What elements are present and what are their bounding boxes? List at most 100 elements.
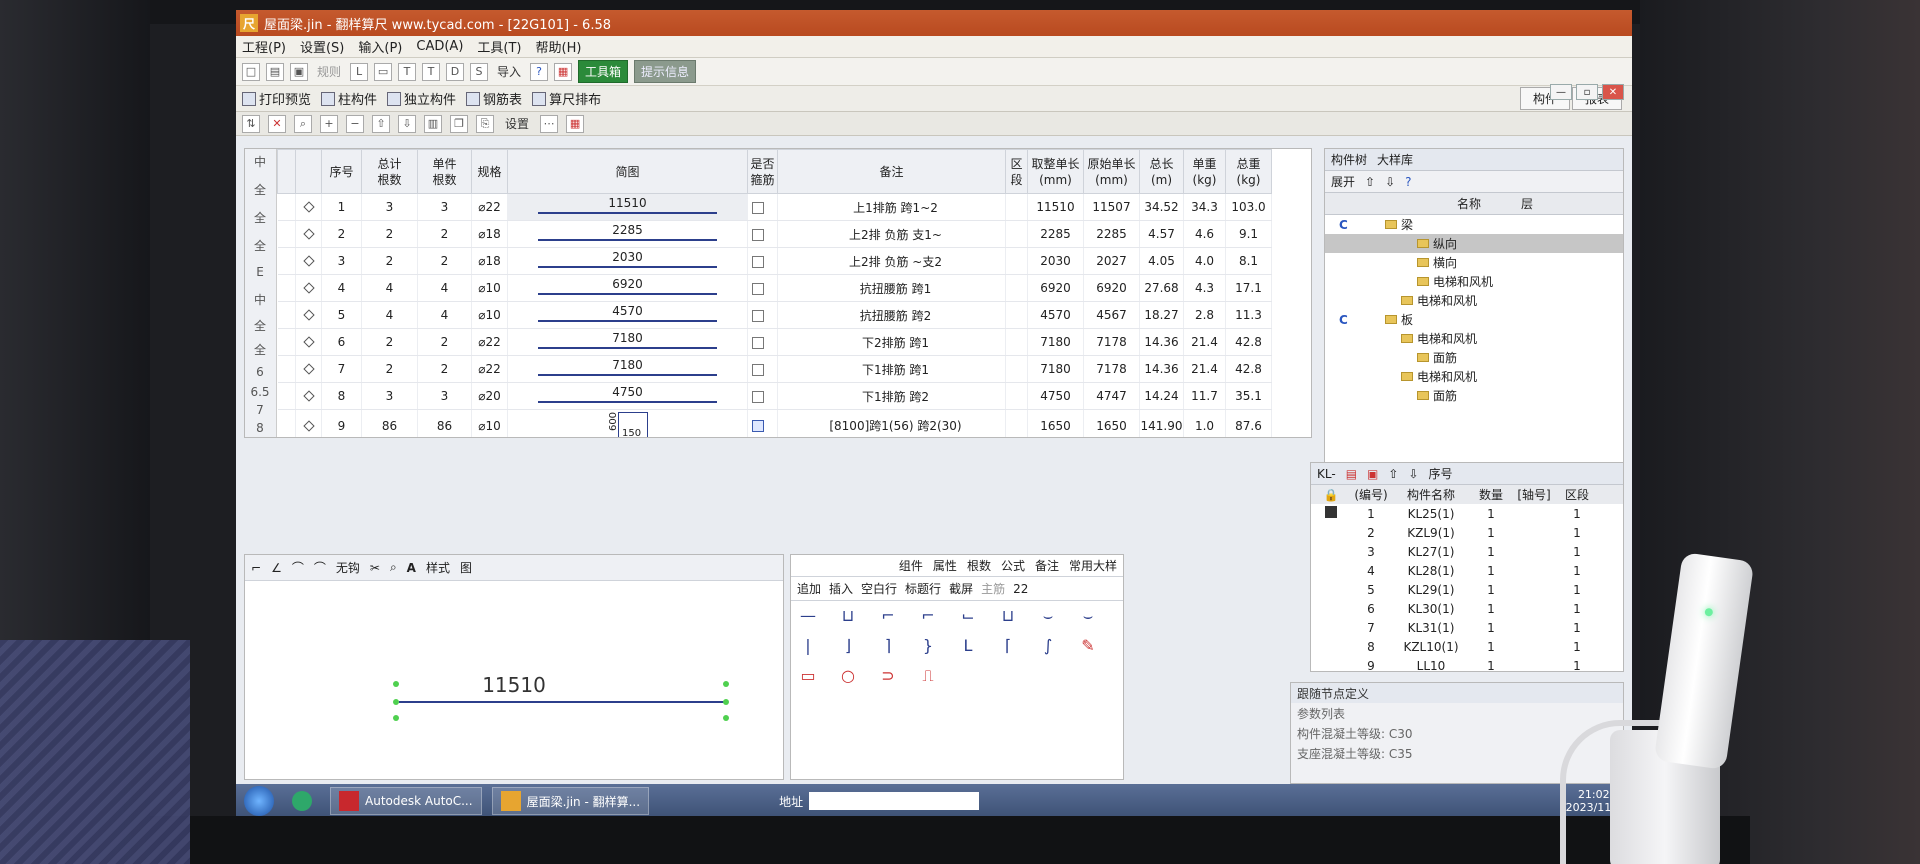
add-icon[interactable]: ▣ <box>1367 467 1378 481</box>
shape-s-icon[interactable]: S <box>470 62 489 81</box>
shape-hook-icon[interactable]: ⌐ <box>917 607 939 625</box>
shape-bend-icon[interactable]: ⌣ <box>1077 607 1099 625</box>
hook-tool-icon[interactable]: ⌐ <box>251 561 261 575</box>
import-button[interactable]: 导入 <box>494 63 524 80</box>
copy-icon[interactable]: ❐ <box>450 114 468 133</box>
table-row[interactable]: 1 3 3 ⌀22 11510 上1排筋 跨1~2 11510 11507 34.52 34.3 1… <box>277 193 1272 221</box>
grip-point[interactable] <box>393 715 399 721</box>
stirrup-checkbox[interactable] <box>751 255 764 268</box>
no-hook-button[interactable]: 无钩 <box>336 559 360 576</box>
shape-corner-icon[interactable]: ⌋ <box>837 637 859 655</box>
shape-bracket-icon[interactable]: } <box>917 637 939 655</box>
shape-straight-icon[interactable]: — <box>797 607 819 625</box>
tree-item[interactable]: 电梯和风机 <box>1325 367 1623 386</box>
append-button[interactable]: 追加 <box>797 580 821 597</box>
tab-member-tree[interactable]: 构件树 <box>1331 151 1367 168</box>
hint-button[interactable]: 提示信息 <box>634 60 697 83</box>
rebar-line[interactable] <box>399 701 725 703</box>
table-row[interactable]: 3 2 2 ⌀18 2030 上2排 负筋 ~支2 2030 2027 4.05 4.0 8.1 <box>277 247 1272 275</box>
help-icon[interactable]: ? <box>530 62 549 81</box>
shape-hook-icon[interactable]: ⊃ <box>877 667 899 685</box>
layout-button[interactable]: 算尺排布 <box>532 89 601 108</box>
shape-box-icon[interactable]: ▭ <box>374 62 393 81</box>
zoom-out-icon[interactable]: − <box>346 114 364 133</box>
tree-item[interactable]: 电梯和风机 <box>1325 291 1623 310</box>
bend-tool-icon[interactable]: ⌒ <box>314 559 326 576</box>
table-row[interactable]: 4 4 4 ⌀10 6920 抗扭腰筋 跨1 6920 6920 27.68 4.3 17.1 <box>277 274 1272 302</box>
help-circle-icon[interactable]: ? <box>1405 175 1411 189</box>
cell-shape[interactable]: 7180 <box>507 328 748 356</box>
blank-row-button[interactable]: 空白行 <box>861 580 897 597</box>
minimize-button[interactable]: — <box>1550 84 1572 100</box>
insert-button[interactable]: 插入 <box>829 580 853 597</box>
list-item[interactable]: 4 KL28(1) 1 1 <box>1311 561 1623 580</box>
shape-bend-icon[interactable]: ⌣ <box>1037 607 1059 625</box>
tree-item[interactable]: 纵向 <box>1325 234 1623 253</box>
menu-tools[interactable]: 工具(T) <box>477 37 521 56</box>
sort-icon[interactable]: ⇅ <box>242 114 260 133</box>
close-button[interactable]: ✕ <box>1602 84 1624 100</box>
more-icon[interactable]: ⋯ <box>540 114 559 133</box>
menu-settings[interactable]: 设置(S) <box>300 37 344 56</box>
grip-point[interactable] <box>723 681 729 687</box>
down-arrow-icon[interactable]: ⇩ <box>1385 175 1395 189</box>
menu-help[interactable]: 帮助(H) <box>536 37 582 56</box>
delete-icon[interactable]: ✕ <box>268 114 286 133</box>
list-item[interactable]: 6 KL30(1) 1 1 <box>1311 599 1623 618</box>
cell-shape[interactable]: 4570 <box>507 301 748 329</box>
print-preview-button[interactable]: 打印预览 <box>242 89 311 108</box>
tab-component[interactable]: 组件 <box>899 557 923 574</box>
stirrup-checkbox[interactable] <box>751 363 764 376</box>
zoom-in-icon[interactable]: + <box>320 114 338 133</box>
grid-icon[interactable]: ▦ <box>566 114 585 133</box>
up-arrow-icon[interactable]: ⇧ <box>1365 175 1375 189</box>
cell-shape[interactable]: 2030 <box>507 247 748 275</box>
rule-button[interactable]: 规则 <box>314 63 344 80</box>
shape-u-icon[interactable]: ⊔ <box>837 607 859 625</box>
tab-formula[interactable]: 公式 <box>1001 557 1025 574</box>
bend-tool-icon[interactable]: ⌒ <box>292 559 304 576</box>
column-member-button[interactable]: 柱构件 <box>321 89 377 108</box>
tree-item[interactable]: 电梯和风机 <box>1325 329 1623 348</box>
tab-common-detail[interactable]: 常用大样 <box>1069 557 1117 574</box>
media-player-icon[interactable] <box>284 787 320 815</box>
zoom-icon[interactable]: ⌕ <box>390 560 397 575</box>
stirrup-checkbox[interactable] <box>751 201 764 214</box>
figure-dropdown[interactable]: 图 <box>460 559 472 576</box>
calendar-icon[interactable]: ▦ <box>554 62 573 81</box>
independent-member-button[interactable]: 独立构件 <box>387 89 456 108</box>
shape-s-icon[interactable]: ∫ <box>1037 637 1059 655</box>
arrow-up-icon[interactable]: ⇧ <box>372 114 390 133</box>
save-icon[interactable]: ▣ <box>290 62 308 81</box>
angle-tool-icon[interactable]: ∠ <box>271 561 282 575</box>
calculator-icon[interactable]: ▥ <box>424 114 442 133</box>
tree-item[interactable]: 面筋 <box>1325 386 1623 405</box>
screenshot-button[interactable]: 截屏 <box>949 580 973 597</box>
shape-corner-icon[interactable]: ⌉ <box>877 637 899 655</box>
cell-shape[interactable]: 7180 <box>507 355 748 383</box>
shape-l-icon[interactable]: L <box>957 637 979 655</box>
paste-icon[interactable]: ⎘ <box>476 114 494 133</box>
list-item[interactable]: 8 KZL10(1) 1 1 <box>1311 637 1623 656</box>
diameter-dropdown[interactable]: 22 <box>1013 582 1028 596</box>
shape-d-icon[interactable]: D <box>446 62 465 81</box>
list-item[interactable]: 7 KL31(1) 1 1 <box>1311 618 1623 637</box>
search-icon[interactable]: ⌕ <box>294 114 312 133</box>
arrow-down-icon[interactable]: ⇩ <box>398 114 416 133</box>
title-row-button[interactable]: 标题行 <box>905 580 941 597</box>
tab-property[interactable]: 属性 <box>933 557 957 574</box>
grip-point[interactable] <box>723 699 729 705</box>
shape-hook-icon[interactable]: ⌐ <box>877 607 899 625</box>
shape-t-icon[interactable]: T <box>398 62 417 81</box>
tree-item[interactable]: C板 <box>1325 310 1623 329</box>
open-folder-icon[interactable]: ▤ <box>266 62 284 81</box>
shape-step-icon[interactable]: ⎍ <box>917 667 939 685</box>
shape-circle-icon[interactable]: ○ <box>837 667 859 685</box>
shape-t2-icon[interactable]: T <box>422 62 441 81</box>
shape-vertical-icon[interactable]: | <box>797 637 819 655</box>
table-row[interactable]: 5 4 4 ⌀10 4570 抗扭腰筋 跨2 4570 4567 18.27 2.8 11.3 <box>277 301 1272 329</box>
grip-point[interactable] <box>393 681 399 687</box>
cell-shape[interactable]: 11510 <box>507 193 748 221</box>
filter-field[interactable]: KL- <box>1317 467 1336 481</box>
list-icon[interactable]: ▤ <box>1346 467 1357 481</box>
